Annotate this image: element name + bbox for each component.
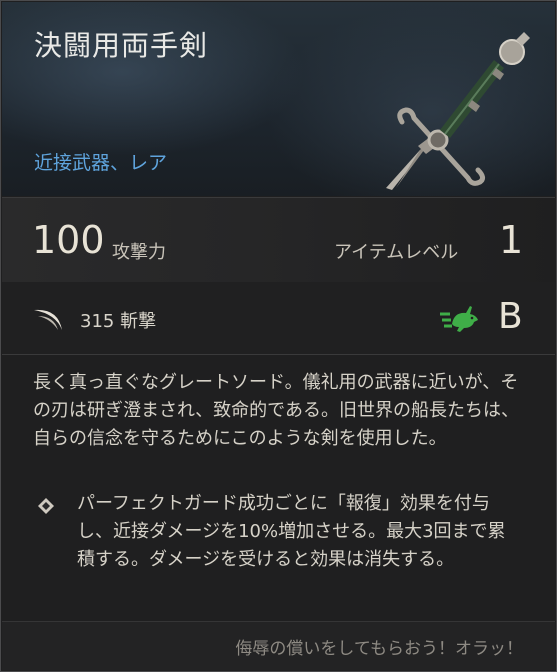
longsword-icon <box>386 32 530 190</box>
slash-icon <box>34 309 62 330</box>
stats-row: 100 攻撃力 アイテムレベル 1 <box>2 197 555 283</box>
flavor-text: 侮辱の償いをしてもらおう！オラッ！ <box>235 639 523 659</box>
attack-label: 攻撃力 <box>112 242 166 263</box>
rabbit-icon <box>440 306 478 332</box>
item-level-value: 1 <box>499 218 524 262</box>
agility-grade: B <box>498 296 523 337</box>
diamond-bullet-icon <box>38 498 54 514</box>
item-description: 長く真っ直ぐなグレートソード。儀礼用の武器に近いが、その刃は研ぎ澄まされ、致命的… <box>33 372 519 449</box>
item-header: 決闘用両手剣 近接武器、レア <box>2 2 555 196</box>
damage-text: 315 斬撃 <box>80 311 157 332</box>
item-level-label: アイテムレベル <box>334 242 459 263</box>
item-type: 近接武器、レア <box>34 152 168 174</box>
item-name: 決闘用両手剣 <box>34 29 209 62</box>
perk-text: パーフェクトガード成功ごとに「報復」効果を付与し、近接ダメージを10%増加させる… <box>77 493 506 570</box>
flavor-bar: 侮辱の償いをしてもらおう！オラッ！ <box>2 621 555 670</box>
item-tooltip-card: 決闘用両手剣 近接武器、レア 100 攻撃力 アイテムレベル 1 315 斬撃 … <box>0 0 557 672</box>
damage-row: 315 斬撃 B <box>2 282 555 355</box>
attack-value: 100 <box>32 218 105 262</box>
